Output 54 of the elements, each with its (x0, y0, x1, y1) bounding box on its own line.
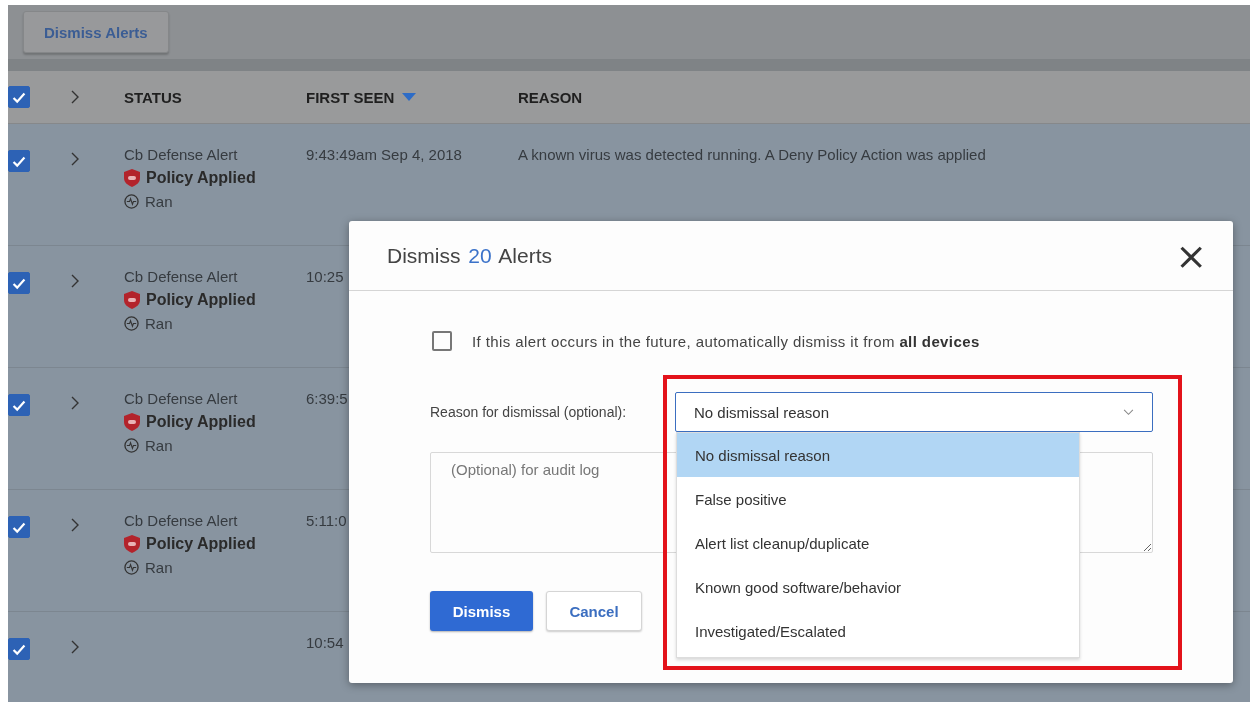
alert-source: Cb Defense Alert (124, 390, 239, 407)
dropdown-option[interactable]: Known good software/behavior (677, 565, 1079, 609)
alert-source: Cb Defense Alert (124, 146, 239, 163)
row-checkbox[interactable] (8, 150, 30, 172)
reason-dropdown[interactable]: No dismissal reason (675, 392, 1153, 432)
policy-status: Policy Applied (146, 169, 256, 187)
policy-status: Policy Applied (146, 413, 256, 431)
activity-icon (124, 194, 139, 209)
first-seen-cell-text: 6:39:5 (306, 390, 349, 407)
run-status: Ran (145, 559, 173, 576)
shield-icon (124, 535, 140, 553)
column-header[interactable]: REASON (518, 88, 1250, 106)
chevron-right-icon[interactable] (70, 90, 80, 104)
auto-dismiss-checkbox[interactable] (432, 331, 452, 351)
dialog-title: Dismiss 20 Alerts (387, 243, 553, 268)
reason-cell-text: A known virus was detected running. A Deny Policy Action was applied (518, 146, 987, 163)
chevron-right-icon[interactable] (70, 152, 80, 166)
column-header[interactable]: FIRST SEEN (306, 88, 518, 106)
chevron-right-icon[interactable] (70, 396, 80, 410)
activity-icon (124, 560, 139, 575)
shield-icon (124, 169, 140, 187)
first-seen-cell-text: 10:54 (306, 634, 345, 651)
alert-source: Cb Defense Alert (124, 512, 239, 529)
policy-status: Policy Applied (146, 535, 256, 553)
auto-dismiss-label: If this alert occurs in the future, automatically dismiss it from all devices (472, 332, 980, 350)
shield-icon (124, 291, 140, 309)
column-header[interactable]: STATUS (124, 88, 306, 106)
activity-icon (124, 316, 139, 331)
run-status: Ran (145, 437, 173, 454)
row-checkbox[interactable] (8, 272, 30, 294)
first-seen-cell-text: 5:11:0 (306, 512, 348, 529)
dropdown-option[interactable]: No dismissal reason (677, 433, 1079, 477)
first-seen-cell-text: 9:43:49am Sep 4, 2018 (306, 146, 463, 163)
row-checkbox[interactable] (8, 394, 30, 416)
chevron-down-icon (1123, 408, 1134, 416)
run-status: Ran (145, 193, 173, 210)
dropdown-option[interactable]: False positive (677, 477, 1079, 521)
row-checkbox[interactable] (8, 638, 30, 660)
dropdown-option[interactable]: Investigated/Escalated (677, 609, 1079, 653)
alert-source: Cb Defense Alert (124, 268, 239, 285)
shield-icon (124, 413, 140, 431)
row-checkbox[interactable] (8, 516, 30, 538)
cancel-button[interactable]: Cancel (546, 591, 642, 631)
chevron-right-icon[interactable] (70, 274, 80, 288)
dismiss-button[interactable]: Dismiss (430, 591, 533, 631)
chevron-right-icon[interactable] (70, 518, 80, 532)
first-seen-cell-text: 10:25 (306, 268, 345, 285)
chevron-right-icon[interactable] (70, 640, 80, 654)
select-all-checkbox[interactable] (8, 86, 30, 108)
dropdown-option[interactable]: Alert list cleanup/duplicate (677, 521, 1079, 565)
activity-icon (124, 438, 139, 453)
policy-status: Policy Applied (146, 291, 256, 309)
run-status: Ran (145, 315, 173, 332)
reason-label: Reason for dismissal (optional): (430, 404, 628, 420)
